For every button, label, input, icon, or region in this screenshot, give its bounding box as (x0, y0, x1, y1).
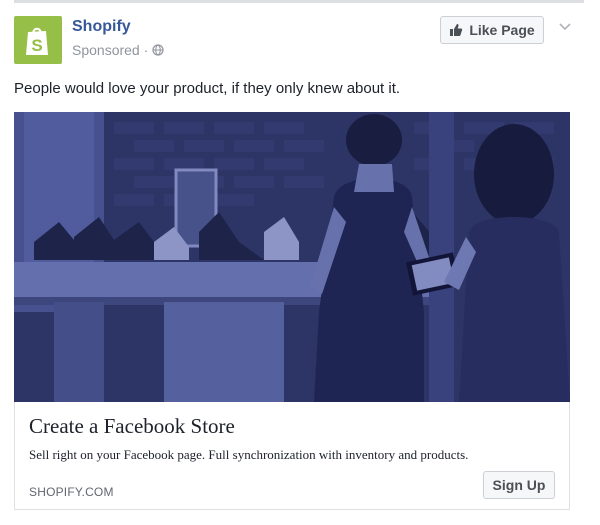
like-page-label: Like Page (469, 22, 535, 38)
sponsored-line: Sponsored · (72, 42, 164, 58)
post-header: S Shopify Sponsored · Like Page (14, 16, 584, 66)
post-message: People would love your product, if they … (14, 80, 401, 97)
globe-icon (152, 44, 164, 56)
card-title[interactable]: Create a Facebook Store (29, 414, 235, 439)
store-scene-image (14, 112, 570, 402)
post-options-button[interactable] (556, 18, 574, 36)
like-page-button[interactable]: Like Page (440, 16, 544, 44)
link-preview-card[interactable]: Create a Facebook Store Sell right on yo… (14, 402, 570, 510)
page-avatar[interactable]: S (14, 16, 62, 64)
sponsored-label[interactable]: Sponsored · (72, 42, 148, 58)
shopify-bag-icon: S (26, 27, 48, 55)
svg-text:S: S (31, 36, 42, 55)
card-description: Sell right on your Facebook page. Full s… (29, 447, 469, 462)
ad-photo[interactable] (14, 112, 570, 402)
page-name-link[interactable]: Shopify (72, 18, 131, 36)
card-domain: SHOPIFY.COM (29, 485, 114, 499)
sign-up-button[interactable]: Sign Up (483, 471, 555, 499)
chevron-down-icon (559, 23, 571, 31)
feed-top-divider (14, 0, 584, 3)
thumbs-up-icon (450, 24, 463, 36)
